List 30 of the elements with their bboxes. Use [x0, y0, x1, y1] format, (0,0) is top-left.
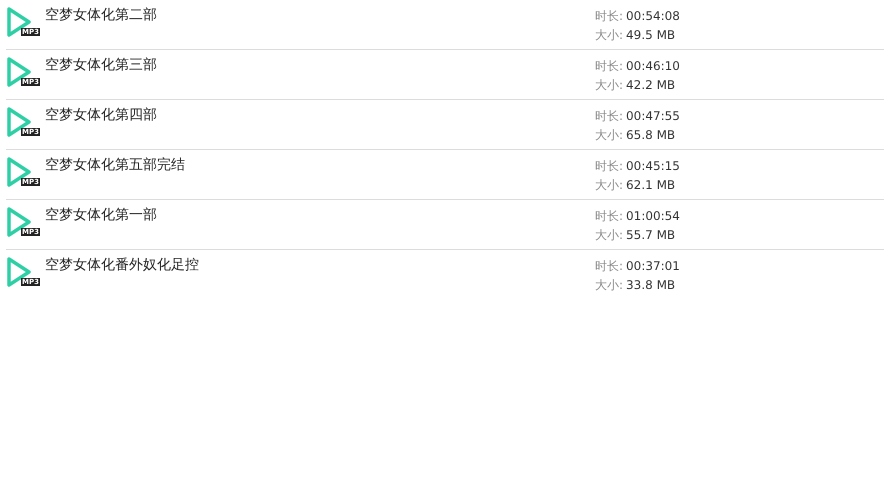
size-value: 49.5 MB: [626, 27, 676, 44]
size-label: 大小:: [595, 27, 624, 44]
duration-value: 00:37:01: [626, 258, 680, 275]
file-title[interactable]: 空梦女体化第五部完结: [45, 156, 185, 174]
size-label: 大小:: [595, 127, 624, 144]
duration-label: 时长:: [595, 208, 624, 225]
duration-value: 00:54:08: [626, 8, 680, 25]
duration-label: 时长:: [595, 8, 624, 25]
file-title[interactable]: 空梦女体化第二部: [45, 6, 157, 24]
size-label: 大小:: [595, 277, 624, 294]
duration-label: 时长:: [595, 108, 624, 125]
size-value: 33.8 MB: [626, 277, 676, 294]
duration-value: 01:00:54: [626, 208, 680, 225]
size-label: 大小:: [595, 77, 624, 94]
size-value: 65.8 MB: [626, 127, 676, 144]
duration-value: 00:47:55: [626, 108, 680, 125]
duration-value: 00:46:10: [626, 58, 680, 75]
file-title[interactable]: 空梦女体化第四部: [45, 106, 157, 124]
file-title[interactable]: 空梦女体化第一部: [45, 206, 157, 224]
size-label: 大小:: [595, 177, 624, 194]
file-title[interactable]: 空梦女体化第三部: [45, 56, 157, 74]
file-title[interactable]: 空梦女体化番外奴化足控: [45, 256, 199, 274]
duration-label: 时长:: [595, 158, 624, 175]
size-value: 62.1 MB: [626, 177, 676, 194]
duration-label: 时长:: [595, 58, 624, 75]
size-value: 55.7 MB: [626, 227, 676, 244]
duration-value: 00:45:15: [626, 158, 680, 175]
size-value: 42.2 MB: [626, 77, 676, 94]
duration-label: 时长:: [595, 258, 624, 275]
size-label: 大小:: [595, 227, 624, 244]
